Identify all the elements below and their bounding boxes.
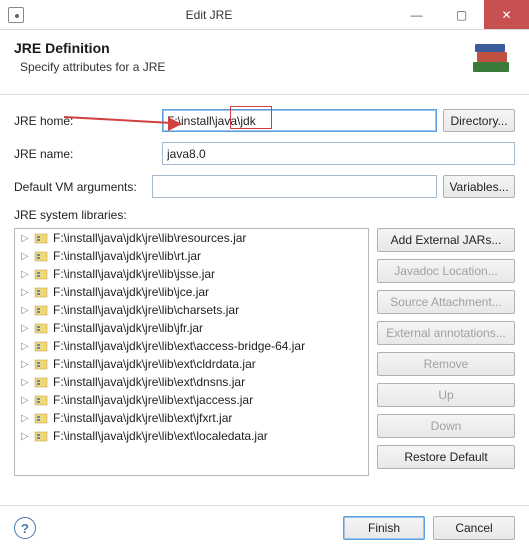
tree-item[interactable]: ▷ F:\install\java\jdk\jre\lib\ext\cldrdat… xyxy=(15,355,368,373)
tree-item-label: F:\install\java\jdk\jre\lib\resources.ja… xyxy=(53,231,246,245)
window-title: Edit JRE xyxy=(24,8,394,22)
tree-item-label: F:\install\java\jdk\jre\lib\ext\localeda… xyxy=(53,429,268,443)
tree-item[interactable]: ▷ F:\install\java\jdk\jre\lib\jce.jar xyxy=(15,283,368,301)
tree-item-label: F:\install\java\jdk\jre\lib\ext\dnsns.ja… xyxy=(53,375,245,389)
expand-icon[interactable]: ▷ xyxy=(21,287,31,298)
libs-label: JRE system libraries: xyxy=(14,208,515,222)
jar-icon xyxy=(33,339,49,353)
restore-default-button[interactable]: Restore Default xyxy=(377,445,515,469)
expand-icon[interactable]: ▷ xyxy=(21,377,31,388)
jar-icon xyxy=(33,231,49,245)
tree-item[interactable]: ▷ F:\install\java\jdk\jre\lib\ext\jaccess… xyxy=(15,391,368,409)
jre-home-label: JRE home: xyxy=(14,114,162,128)
expand-icon[interactable]: ▷ xyxy=(21,359,31,370)
javadoc-location-button[interactable]: Javadoc Location... xyxy=(377,259,515,283)
dialog-header: JRE Definition Specify attributes for a … xyxy=(0,30,529,95)
expand-icon[interactable]: ▷ xyxy=(21,269,31,280)
vm-args-input[interactable] xyxy=(152,175,437,198)
expand-icon[interactable]: ▷ xyxy=(21,395,31,406)
close-button[interactable]: ✕ xyxy=(484,0,529,29)
maximize-button[interactable]: ▢ xyxy=(439,0,484,29)
tree-item-label: F:\install\java\jdk\jre\lib\charsets.jar xyxy=(53,303,239,317)
source-attachment-button[interactable]: Source Attachment... xyxy=(377,290,515,314)
jar-icon xyxy=(33,393,49,407)
jre-home-input[interactable] xyxy=(162,109,437,132)
books-icon xyxy=(467,40,515,80)
jar-icon xyxy=(33,303,49,317)
window-controls: — ▢ ✕ xyxy=(394,0,529,29)
finish-button[interactable]: Finish xyxy=(343,516,425,540)
system-libraries-tree[interactable]: ▷ F:\install\java\jdk\jre\lib\resources.j… xyxy=(14,228,369,476)
expand-icon[interactable]: ▷ xyxy=(21,323,31,334)
jar-icon xyxy=(33,411,49,425)
jar-icon xyxy=(33,321,49,335)
variables-button[interactable]: Variables... xyxy=(443,175,515,198)
external-annotations-button[interactable]: External annotations... xyxy=(377,321,515,345)
help-icon[interactable]: ? xyxy=(14,517,36,539)
expand-icon[interactable]: ▷ xyxy=(21,413,31,424)
tree-item[interactable]: ▷ F:\install\java\jdk\jre\lib\resources.j… xyxy=(15,229,368,247)
remove-button[interactable]: Remove xyxy=(377,352,515,376)
tree-item-label: F:\install\java\jdk\jre\lib\ext\jaccess.… xyxy=(53,393,253,407)
directory-button[interactable]: Directory... xyxy=(443,109,515,132)
tree-item[interactable]: ▷ F:\install\java\jdk\jre\lib\ext\dnsns.j… xyxy=(15,373,368,391)
expand-icon[interactable]: ▷ xyxy=(21,341,31,352)
tree-item[interactable]: ▷ F:\install\java\jdk\jre\lib\charsets.ja… xyxy=(15,301,368,319)
tree-item[interactable]: ▷ F:\install\java\jdk\jre\lib\rt.jar xyxy=(15,247,368,265)
tree-item[interactable]: ▷ F:\install\java\jdk\jre\lib\ext\access-… xyxy=(15,337,368,355)
jre-name-input[interactable] xyxy=(162,142,515,165)
expand-icon[interactable]: ▷ xyxy=(21,305,31,316)
tree-item-label: F:\install\java\jdk\jre\lib\ext\access-b… xyxy=(53,339,305,353)
tree-item-label: F:\install\java\jdk\jre\lib\ext\jfxrt.ja… xyxy=(53,411,232,425)
jar-icon xyxy=(33,429,49,443)
tree-item-label: F:\install\java\jdk\jre\lib\rt.jar xyxy=(53,249,201,263)
tree-item[interactable]: ▷ F:\install\java\jdk\jre\lib\ext\localed… xyxy=(15,427,368,445)
down-button[interactable]: Down xyxy=(377,414,515,438)
add-external-jars-button[interactable]: Add External JARs... xyxy=(377,228,515,252)
header-title: JRE Definition xyxy=(14,40,459,56)
jre-name-label: JRE name: xyxy=(14,147,162,161)
tree-item-label: F:\install\java\jdk\jre\lib\jfr.jar xyxy=(53,321,203,335)
tree-item[interactable]: ▷ F:\install\java\jdk\jre\lib\jsse.jar xyxy=(15,265,368,283)
jar-icon xyxy=(33,375,49,389)
tree-item-label: F:\install\java\jdk\jre\lib\ext\cldrdata… xyxy=(53,357,256,371)
jar-icon xyxy=(33,267,49,281)
tree-item[interactable]: ▷ F:\install\java\jdk\jre\lib\ext\jfxrt.j… xyxy=(15,409,368,427)
jar-icon xyxy=(33,357,49,371)
up-button[interactable]: Up xyxy=(377,383,515,407)
jar-icon xyxy=(33,249,49,263)
expand-icon[interactable]: ▷ xyxy=(21,233,31,244)
tree-item[interactable]: ▷ F:\install\java\jdk\jre\lib\jfr.jar xyxy=(15,319,368,337)
cancel-button[interactable]: Cancel xyxy=(433,516,515,540)
header-description: Specify attributes for a JRE xyxy=(14,60,459,74)
content-area: JRE home: Directory... JRE name: Default… xyxy=(0,95,529,490)
titlebar: Edit JRE — ▢ ✕ xyxy=(0,0,529,30)
dialog-footer: ? Finish Cancel xyxy=(0,505,529,554)
expand-icon[interactable]: ▷ xyxy=(21,251,31,262)
minimize-button[interactable]: — xyxy=(394,0,439,29)
vm-args-label: Default VM arguments: xyxy=(14,180,152,194)
jar-icon xyxy=(33,285,49,299)
expand-icon[interactable]: ▷ xyxy=(21,431,31,442)
tree-item-label: F:\install\java\jdk\jre\lib\jsse.jar xyxy=(53,267,215,281)
tree-item-label: F:\install\java\jdk\jre\lib\jce.jar xyxy=(53,285,209,299)
app-icon xyxy=(8,7,24,23)
